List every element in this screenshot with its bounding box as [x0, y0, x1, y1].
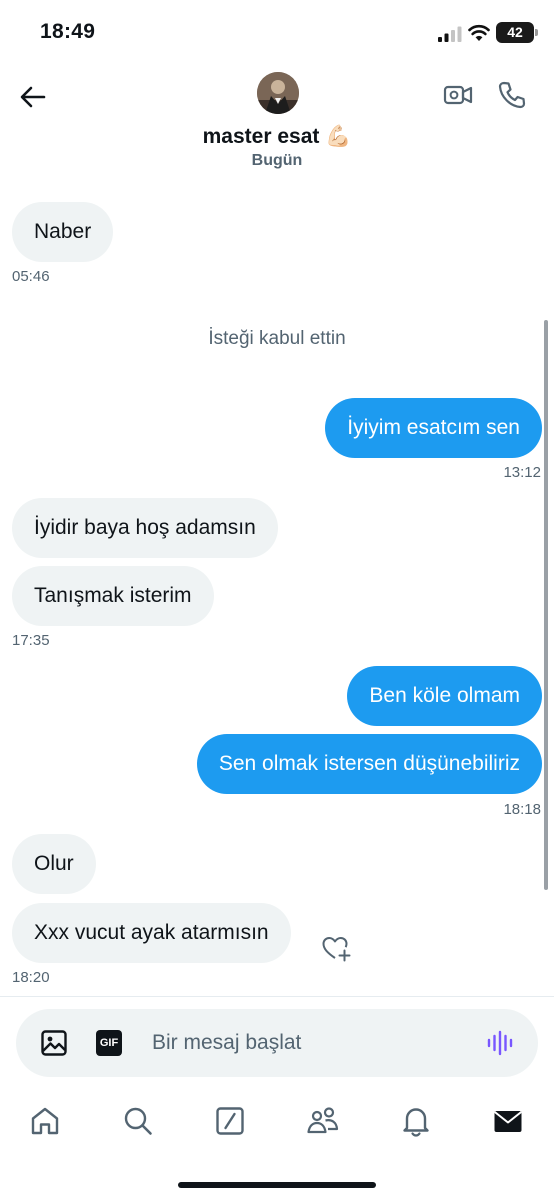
outgoing-message-bubble[interactable]: Sen olmak istersen düşünebiliriz [196, 734, 542, 794]
date-separator: Bugün [0, 152, 554, 170]
incoming-message-bubble[interactable]: İyidir baya hoş adamsın [12, 498, 278, 558]
message-timestamp: 17:35 [12, 632, 50, 649]
wifi-icon [468, 24, 490, 41]
home-indicator [178, 1182, 376, 1188]
message-input[interactable] [152, 1023, 472, 1063]
status-time: 18:49 [40, 20, 96, 43]
communities-icon[interactable] [306, 1104, 340, 1138]
outgoing-message-bubble[interactable]: Ben köle olmam [347, 666, 542, 726]
outgoing-message-bubble[interactable]: İyiyim esatcım sen [325, 398, 542, 458]
search-icon[interactable] [121, 1104, 155, 1138]
incoming-message-bubble[interactable]: Naber [12, 202, 114, 262]
message-timestamp: 05:46 [12, 268, 50, 285]
status-bar: 18:49 42 [0, 0, 554, 66]
gif-icon[interactable]: GIF [96, 1030, 122, 1056]
avatar[interactable] [257, 72, 299, 114]
image-icon[interactable] [40, 1029, 68, 1057]
message-timestamp: 18:20 [12, 969, 50, 986]
video-camera-icon[interactable] [443, 80, 473, 110]
composer-divider [0, 996, 554, 997]
incoming-message-bubble[interactable]: Tanışmak isterim [12, 566, 214, 626]
grok-icon[interactable] [213, 1104, 247, 1138]
arrow-left-icon[interactable] [18, 82, 48, 112]
scrollbar[interactable] [544, 320, 548, 890]
voice-wave-icon[interactable] [486, 1029, 514, 1057]
messages-icon[interactable] [491, 1104, 525, 1138]
contact-name[interactable]: master esat 💪🏻 [0, 125, 554, 149]
incoming-message-bubble[interactable]: Olur [12, 834, 96, 894]
system-message: İsteği kabul ettin [208, 328, 346, 349]
message-timestamp: 18:18 [503, 801, 541, 818]
heart-plus-icon[interactable] [321, 934, 351, 962]
cellular-signal-icon [438, 26, 462, 42]
message-timestamp: 13:12 [503, 464, 541, 481]
battery-cap [535, 29, 538, 36]
phone-icon[interactable] [497, 80, 527, 110]
date-separator-label: Bugün [251, 152, 303, 169]
battery-indicator: 42 [496, 22, 534, 43]
home-icon[interactable] [28, 1104, 62, 1138]
message-composer: GIF [16, 1009, 538, 1077]
bottom-tab-bar [0, 1096, 554, 1156]
notifications-icon[interactable] [399, 1104, 433, 1138]
message-list[interactable]: Naber 05:46 İsteği kabul ettin İyiyim es… [0, 170, 554, 996]
avatar-image [257, 72, 299, 114]
incoming-message-bubble[interactable]: Xxx vucut ayak atarmısın [12, 903, 291, 963]
